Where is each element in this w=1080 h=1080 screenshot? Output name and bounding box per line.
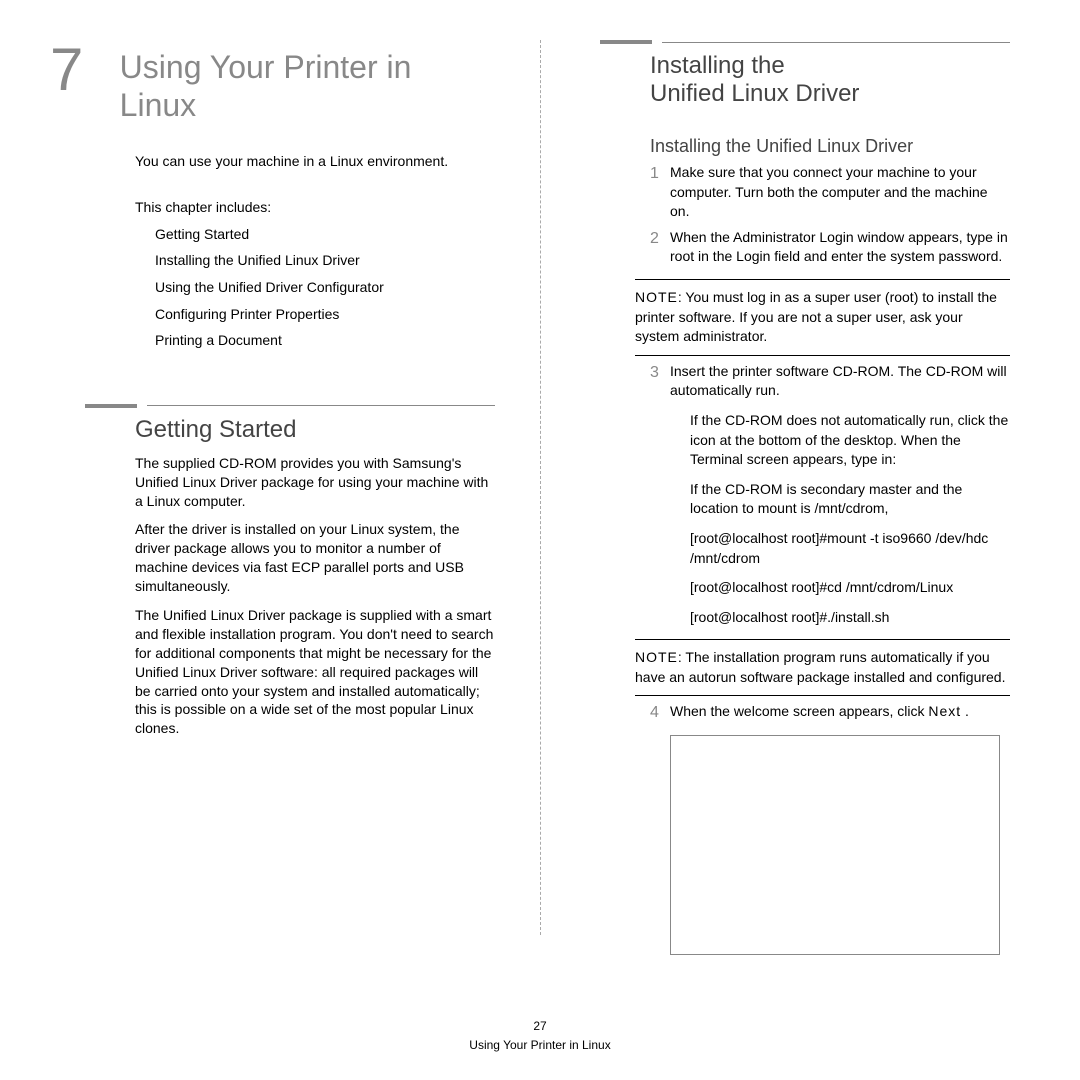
step-4: 4 When the welcome screen appears, click… (650, 702, 1010, 724)
page: 7 Using Your Printer in Linux You can us… (0, 0, 1080, 1015)
text: . (965, 703, 969, 719)
section-rule (600, 40, 1010, 44)
toc-list: Getting Started Installing the Unified L… (50, 221, 495, 354)
rule-bar (85, 404, 137, 408)
command-1: [root@localhost root]#mount -t iso9660 /… (650, 529, 1010, 568)
step-1: 1 Make sure that you connect your machin… (650, 163, 1010, 222)
step-number: 2 (650, 228, 670, 267)
running-title: Using Your Printer in Linux (0, 1036, 1080, 1055)
rule-line (147, 405, 495, 406)
note-label: NOTE (635, 649, 678, 665)
note-box-1: NOTE: You must log in as a super user (r… (635, 279, 1010, 356)
step-2: 2 When the Administrator Login window ap… (650, 228, 1010, 267)
section-rule (85, 404, 495, 408)
note-box-2: NOTE: The installation program runs auto… (635, 639, 1010, 696)
section-title-install: Installing the Unified Linux Driver (565, 52, 865, 108)
step-text: Insert the printer software CD-ROM. The … (670, 362, 1010, 401)
rule-line (662, 42, 1010, 43)
command-3: [root@localhost root]#./install.sh (650, 608, 1010, 628)
section-title-getting-started: Getting Started (50, 416, 495, 444)
page-number: 27 (0, 1017, 1080, 1036)
paragraph: The supplied CD-ROM provides you with Sa… (50, 454, 495, 511)
step-3-note2: If the CD-ROM is secondary master and th… (650, 480, 1010, 519)
chapter-heading: 7 Using Your Printer in Linux (50, 40, 495, 125)
page-footer: 27 Using Your Printer in Linux (0, 1017, 1080, 1055)
note-label: NOTE (635, 289, 678, 305)
step-text: Make sure that you connect your machine … (670, 163, 1010, 222)
step-text: When the Administrator Login window appe… (670, 228, 1010, 267)
step-list-cont2: 4 When the welcome screen appears, click… (565, 702, 1010, 724)
column-divider (540, 40, 541, 935)
intro-text: You can use your machine in a Linux envi… (50, 153, 495, 169)
step-text: When the welcome screen appears, click N… (670, 702, 1010, 724)
step-list: 1 Make sure that you connect your machin… (565, 163, 1010, 267)
toc-item: Configuring Printer Properties (155, 301, 495, 328)
command-2: [root@localhost root]#cd /mnt/cdrom/Linu… (650, 578, 1010, 598)
screenshot-placeholder (670, 735, 1000, 955)
note-text: : The installation program runs automati… (635, 649, 1005, 685)
left-column: 7 Using Your Printer in Linux You can us… (50, 40, 530, 955)
toc-item: Getting Started (155, 221, 495, 248)
text: in the Login field and enter the system … (694, 248, 1002, 264)
toc-item: Installing the Unified Linux Driver (155, 247, 495, 274)
toc-intro: This chapter includes: (50, 199, 495, 215)
button-ref-next: Next (928, 703, 961, 719)
text: When the welcome screen appears, click (670, 703, 928, 719)
note-text: : You must log in as a super user (root)… (635, 289, 997, 344)
toc-item: Printing a Document (155, 327, 495, 354)
subsection-title: Installing the Unified Linux Driver (650, 136, 1010, 157)
toc-item: Using the Unified Driver Configurator (155, 274, 495, 301)
step-number: 1 (650, 163, 670, 222)
step-3-note: If the CD-ROM does not automatically run… (650, 411, 1010, 470)
step-number: 4 (650, 702, 670, 724)
paragraph: After the driver is installed on your Li… (50, 520, 495, 596)
step-3: 3 Insert the printer software CD-ROM. Th… (650, 362, 1010, 401)
step-number: 3 (650, 362, 670, 401)
right-column: Installing the Unified Linux Driver Inst… (530, 40, 1010, 955)
rule-bar (600, 40, 652, 44)
paragraph: The Unified Linux Driver package is supp… (50, 606, 495, 738)
chapter-number: 7 (50, 40, 120, 100)
step-list-cont: 3 Insert the printer software CD-ROM. Th… (565, 362, 1010, 401)
text: When the Administrator Login window appe… (670, 229, 1008, 245)
code-root: root (670, 248, 694, 264)
chapter-title: Using Your Printer in Linux (120, 40, 495, 125)
